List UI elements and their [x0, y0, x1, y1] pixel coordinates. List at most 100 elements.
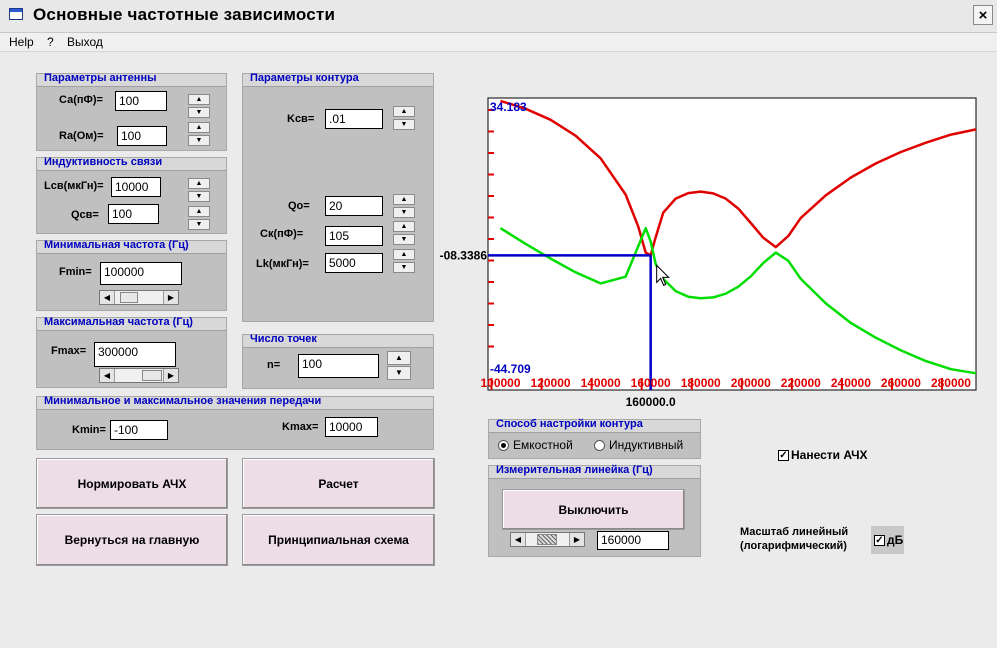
kcv-input[interactable]: .01: [325, 109, 383, 129]
x-tick-label: 280000: [931, 376, 971, 390]
spin-up-icon[interactable]: ▲: [393, 249, 415, 260]
tuning-group-title: Способ настройки контура: [496, 418, 643, 430]
scroll-right-icon[interactable]: ▶: [163, 291, 178, 304]
schematic-button[interactable]: Принципиальная схема: [242, 514, 435, 566]
ra-spinner[interactable]: ▲ ▼: [188, 122, 210, 146]
scroll-left-icon[interactable]: ◀: [100, 369, 115, 382]
scroll-thumb[interactable]: [142, 370, 162, 381]
kcv-spinner[interactable]: ▲ ▼: [393, 106, 415, 130]
x-tick-label: 120000: [531, 376, 571, 390]
fmax-input[interactable]: 300000: [94, 342, 176, 367]
ca-label: Са(пФ)=: [59, 94, 103, 106]
qcv-input[interactable]: 100: [108, 204, 159, 224]
scroll-thumb[interactable]: [120, 292, 138, 303]
spin-down-icon[interactable]: ▼: [188, 107, 210, 118]
inductive-radio[interactable]: [594, 440, 605, 451]
x-tick-label: 200000: [731, 376, 771, 390]
y-min-label: -44.709: [490, 362, 531, 376]
lk-spinner[interactable]: ▲ ▼: [393, 249, 415, 273]
capacitive-label: Емкостной: [513, 438, 573, 452]
db-checkbox[interactable]: ✓: [874, 535, 885, 546]
kmax-label: Kmax=: [282, 421, 319, 433]
spin-down-icon[interactable]: ▼: [188, 191, 210, 202]
fmax-group-title: Максимальная частота (Гц): [44, 316, 193, 328]
y-max-label: 34.183: [490, 100, 527, 114]
scroll-left-icon[interactable]: ◀: [511, 533, 526, 546]
transfer-group-title: Минимальное и максимальное значения пере…: [44, 395, 322, 407]
menu-exit[interactable]: Выход: [67, 35, 103, 49]
spin-up-icon[interactable]: ▲: [393, 106, 415, 117]
menu-about[interactable]: ?: [47, 35, 54, 49]
app-window-icon: [9, 8, 23, 20]
spin-up-icon[interactable]: ▲: [393, 194, 415, 205]
spin-up-icon[interactable]: ▲: [188, 122, 210, 133]
spin-down-icon[interactable]: ▼: [393, 207, 415, 218]
x-tick-label: 140000: [581, 376, 621, 390]
plot-afc-checkbox[interactable]: ✓: [778, 450, 789, 461]
spin-up-icon[interactable]: ▲: [387, 351, 411, 365]
spin-down-icon[interactable]: ▼: [387, 366, 411, 380]
kcv-label: Kсв=: [287, 113, 315, 125]
x-tick-label: 220000: [781, 376, 821, 390]
db-label: дБ: [887, 533, 904, 547]
qo-input[interactable]: 20: [325, 196, 383, 216]
qcv-spinner[interactable]: ▲ ▼: [188, 206, 210, 230]
ra-input[interactable]: 100: [117, 126, 167, 146]
coupling-group-title: Индуктивность связи: [44, 156, 163, 168]
menu-help[interactable]: Help: [9, 35, 34, 49]
spin-up-icon[interactable]: ▲: [188, 94, 210, 105]
ruler-value[interactable]: 160000: [597, 531, 669, 550]
kmin-label: Kmin=: [72, 424, 106, 436]
spin-up-icon[interactable]: ▲: [188, 206, 210, 217]
scale-label-line2: (логарифмический): [740, 540, 847, 552]
points-group-title: Число точек: [250, 333, 317, 345]
ca-spinner[interactable]: ▲ ▼: [188, 94, 210, 118]
scroll-right-icon[interactable]: ▶: [569, 533, 584, 546]
spin-down-icon[interactable]: ▼: [393, 234, 415, 245]
spin-down-icon[interactable]: ▼: [393, 262, 415, 273]
scroll-right-icon[interactable]: ▶: [163, 369, 178, 382]
lcv-label: Lсв(мкГн)=: [44, 180, 104, 192]
ck-label: Ск(пФ)=: [260, 228, 304, 240]
scale-label-line1: Масштаб линейный: [740, 526, 849, 538]
fmax-label: Fmax=: [51, 345, 87, 357]
ck-input[interactable]: 105: [325, 226, 383, 246]
points-input[interactable]: 100: [298, 354, 379, 378]
lcv-spinner[interactable]: ▲ ▼: [188, 178, 210, 202]
window-title: Основные частотные зависимости: [33, 5, 336, 24]
ruler-scrollbar[interactable]: ◀ ▶: [510, 532, 585, 547]
cursor-x-label: 160000.0: [626, 395, 676, 409]
kmin-input[interactable]: -100: [110, 420, 168, 440]
kmax-input[interactable]: 10000: [325, 417, 378, 437]
x-tick-label: 180000: [681, 376, 721, 390]
spin-down-icon[interactable]: ▼: [393, 119, 415, 130]
capacitive-radio[interactable]: [498, 440, 509, 451]
lk-label: Lk(мкГн)=: [256, 258, 309, 270]
spin-down-icon[interactable]: ▼: [188, 219, 210, 230]
qo-label: Qo=: [288, 200, 310, 212]
points-spinner[interactable]: ▲ ▼: [387, 351, 411, 381]
scroll-thumb[interactable]: [537, 534, 557, 545]
fmin-label: Fmin=: [59, 266, 92, 278]
normalize-afc-button[interactable]: Нормировать АЧХ: [36, 458, 228, 509]
close-button[interactable]: ×: [973, 5, 993, 25]
qo-spinner[interactable]: ▲ ▼: [393, 194, 415, 218]
fmin-scrollbar[interactable]: ◀ ▶: [99, 290, 179, 305]
points-label: n=: [267, 359, 281, 371]
fmax-scrollbar[interactable]: ◀ ▶: [99, 368, 179, 383]
x-tick-label: 100000: [480, 376, 520, 390]
ca-input[interactable]: 100: [115, 91, 167, 111]
ruler-toggle-button[interactable]: Выключить: [502, 489, 685, 530]
fmin-input[interactable]: 100000: [100, 262, 182, 285]
qcv-label: Qсв=: [71, 209, 99, 221]
calculate-button[interactable]: Расчет: [242, 458, 435, 509]
contour-group-title: Параметры контура: [250, 72, 359, 84]
spin-down-icon[interactable]: ▼: [188, 135, 210, 146]
lk-input[interactable]: 5000: [325, 253, 383, 273]
scroll-left-icon[interactable]: ◀: [100, 291, 115, 304]
spin-up-icon[interactable]: ▲: [188, 178, 210, 189]
ck-spinner[interactable]: ▲ ▼: [393, 221, 415, 245]
spin-up-icon[interactable]: ▲: [393, 221, 415, 232]
lcv-input[interactable]: 10000: [111, 177, 161, 197]
back-to-main-button[interactable]: Вернуться на главную: [36, 514, 228, 566]
